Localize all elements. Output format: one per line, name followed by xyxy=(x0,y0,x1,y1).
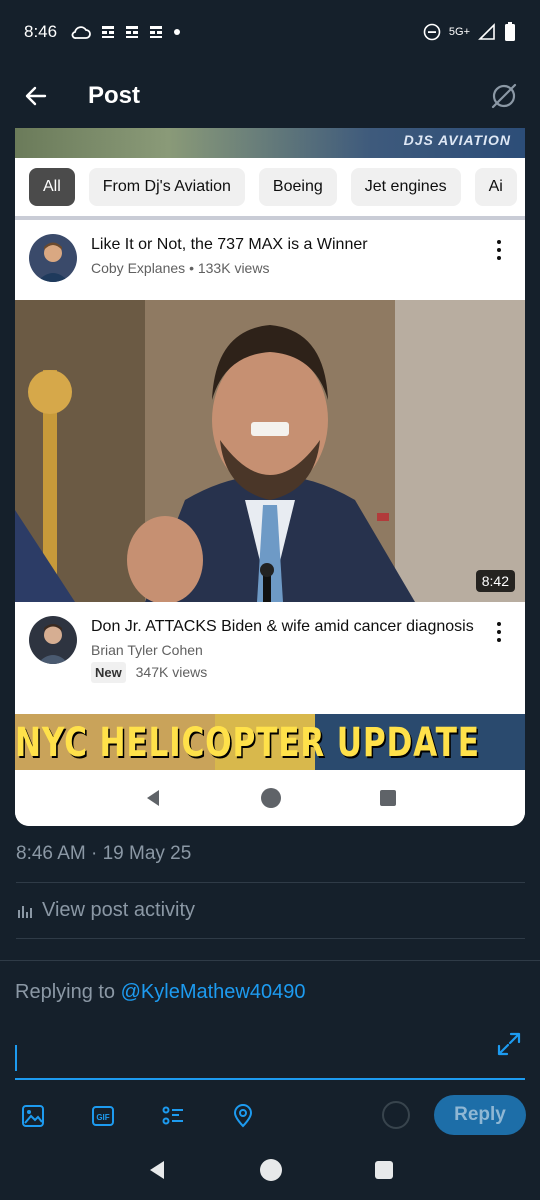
avatar[interactable] xyxy=(29,616,77,664)
reply-handle[interactable]: @KyleMathew40490 xyxy=(121,981,306,1003)
chip-jet-engines[interactable]: Jet engines xyxy=(350,168,461,206)
location-pin-icon xyxy=(233,1104,253,1128)
banner-brand: DJS AVIATION xyxy=(403,132,511,148)
video-meta: New 347K views xyxy=(91,662,487,683)
replying-prefix: Replying to xyxy=(15,981,116,1003)
video-thumbnail[interactable]: 8:42 xyxy=(15,300,525,602)
chip-from-channel[interactable]: From Dj's Aviation xyxy=(88,168,245,206)
dot-icon xyxy=(174,29,181,35)
network-type: 5G+ xyxy=(448,26,470,38)
video-title[interactable]: Don Jr. ATTACKS Biden & wife amid cancer… xyxy=(91,616,487,637)
more-options-icon[interactable] xyxy=(487,234,511,282)
video-item[interactable]: Don Jr. ATTACKS Biden & wife amid cancer… xyxy=(15,616,525,683)
home-circle-icon[interactable] xyxy=(259,1158,283,1182)
avatar[interactable] xyxy=(29,234,77,282)
chip-all[interactable]: All xyxy=(29,168,75,206)
dnd-icon xyxy=(423,23,441,41)
divider xyxy=(15,216,525,220)
svg-text:GIF: GIF xyxy=(96,1113,109,1122)
embedded-screenshot[interactable]: DJS AVIATION All From Dj's Aviation Boei… xyxy=(15,128,525,826)
chip-ai[interactable]: Ai xyxy=(474,168,517,206)
video-item[interactable]: Like It or Not, the 737 MAX is a Winner … xyxy=(15,234,525,282)
post-timestamp: 8:46 AM · 19 May 25 xyxy=(16,843,192,864)
view-post-activity[interactable]: View post activity xyxy=(16,899,195,922)
back-triangle-icon[interactable] xyxy=(146,1159,168,1181)
new-badge: New xyxy=(91,662,126,683)
notification-icon xyxy=(102,26,115,38)
filter-chips: All From Dj's Aviation Boeing Jet engine… xyxy=(15,158,525,216)
embedded-nav-bar xyxy=(15,770,525,826)
notification-icon xyxy=(126,26,139,38)
divider xyxy=(16,938,525,939)
reply-input[interactable] xyxy=(15,1078,525,1080)
poll-button[interactable] xyxy=(158,1101,188,1131)
arrow-left-icon xyxy=(25,86,47,106)
reply-button[interactable]: Reply xyxy=(434,1095,526,1135)
recents-square-icon[interactable] xyxy=(374,1160,394,1180)
gif-button[interactable]: GIF xyxy=(88,1101,118,1131)
gif-icon: GIF xyxy=(92,1106,114,1126)
character-count-ring xyxy=(382,1101,410,1129)
thumbnail-headline: NYC HELICOPTER UPDATE xyxy=(15,720,480,766)
chip-boeing[interactable]: Boeing xyxy=(258,168,337,206)
home-circle-icon xyxy=(260,788,281,808)
battery-icon xyxy=(505,22,515,41)
divider xyxy=(16,882,525,883)
grok-icon[interactable] xyxy=(488,80,520,112)
notification-icon xyxy=(150,26,163,38)
more-options-icon[interactable] xyxy=(487,616,511,683)
thumbnail-image xyxy=(15,300,525,602)
channel-banner: DJS AVIATION xyxy=(15,128,525,158)
page-title: Post xyxy=(88,82,141,109)
image-icon xyxy=(22,1105,44,1127)
back-triangle-icon xyxy=(147,790,160,806)
location-button[interactable] xyxy=(228,1101,258,1131)
text-cursor xyxy=(15,1045,17,1071)
status-bar: 8:46 5G+ xyxy=(0,0,540,64)
back-button[interactable] xyxy=(20,80,52,112)
replying-to: Replying to @KyleMathew40490 xyxy=(15,981,305,1004)
recents-square-icon xyxy=(379,790,396,806)
video-duration: 8:42 xyxy=(475,570,515,592)
system-nav-bar xyxy=(0,1140,540,1200)
video-meta: Coby Explanes • 133K views xyxy=(91,259,487,278)
channel-name: Brian Tyler Cohen xyxy=(91,642,203,658)
post-header: Post xyxy=(0,64,540,128)
poll-icon xyxy=(162,1106,183,1125)
meta-separator: • xyxy=(189,260,194,276)
media-button[interactable] xyxy=(18,1101,48,1131)
video-title[interactable]: Like It or Not, the 737 MAX is a Winner xyxy=(91,234,487,255)
view-count: 133K views xyxy=(197,260,270,276)
signal-icon xyxy=(478,23,495,40)
view-count: 347K views xyxy=(135,664,208,680)
status-time: 8:46 xyxy=(24,22,58,41)
expand-icon[interactable] xyxy=(496,1031,522,1057)
analytics-icon xyxy=(18,905,32,918)
cloud-icon xyxy=(71,26,91,39)
activity-label: View post activity xyxy=(42,899,196,921)
video-thumbnail[interactable]: NYC HELICOPTER UPDATE xyxy=(15,714,525,770)
channel-name: Coby Explanes xyxy=(91,260,186,276)
